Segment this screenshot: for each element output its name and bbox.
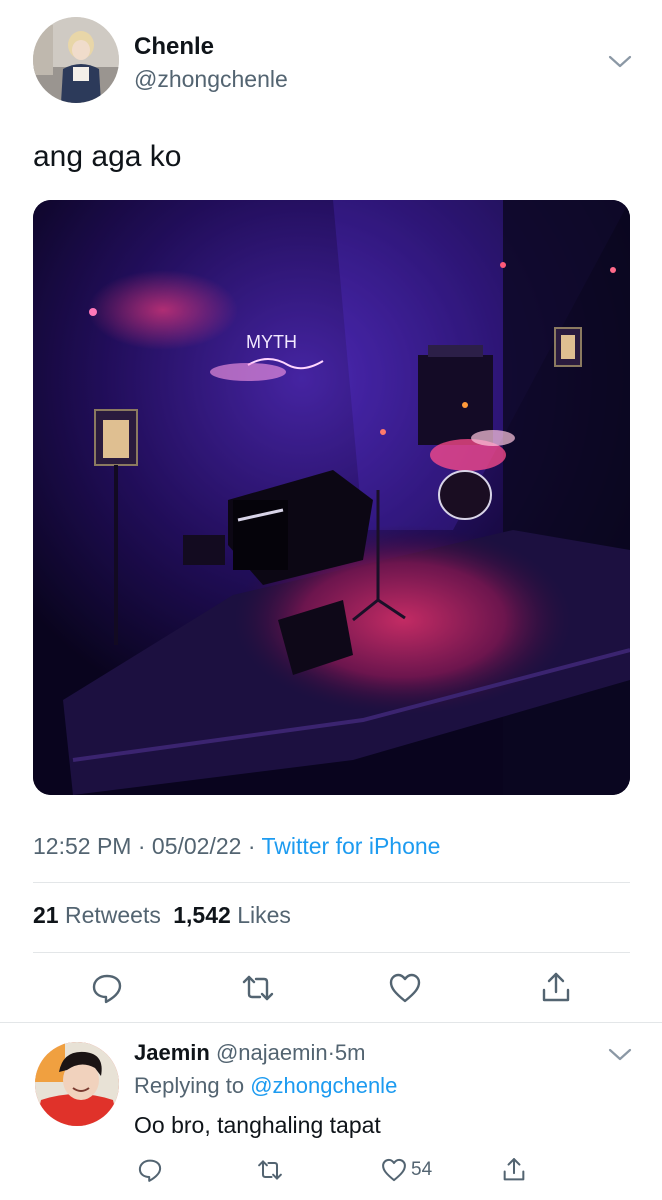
neon-sign-text: MYTH xyxy=(246,332,297,352)
retweet-count[interactable]: 21 xyxy=(33,902,59,928)
tweet-stats: 21 Retweets 1,542 Likes xyxy=(33,902,291,929)
replying-to-mention[interactable]: @zhongchenle xyxy=(250,1073,397,1098)
reply-bubble-icon[interactable] xyxy=(89,970,125,1006)
divider xyxy=(33,952,630,953)
reply-text: Oo bro, tanghaling tapat xyxy=(134,1112,381,1138)
retweet-label[interactable]: Retweets xyxy=(65,902,161,928)
meta-separator: · xyxy=(327,1040,335,1065)
stage-photo: MYTH xyxy=(33,200,630,795)
chevron-down-icon[interactable] xyxy=(606,1045,634,1065)
chevron-down-icon[interactable] xyxy=(606,52,634,72)
retweet-icon[interactable] xyxy=(256,1156,284,1184)
reply-header: Jaemin @najaemin·5m xyxy=(134,1040,365,1066)
reply-bubble-icon[interactable] xyxy=(136,1156,164,1184)
share-icon[interactable] xyxy=(500,1156,528,1184)
meta-separator: · xyxy=(247,833,256,859)
tweet-date: 05/02/22 xyxy=(151,833,242,859)
avatar-photo xyxy=(33,17,119,103)
replying-prefix: Replying to xyxy=(134,1073,245,1098)
retweet-icon[interactable] xyxy=(240,970,276,1006)
meta-separator: · xyxy=(137,833,146,859)
tweet-text: ang aga ko xyxy=(33,140,182,173)
heart-icon[interactable] xyxy=(387,970,423,1006)
reply-author-avatar[interactable] xyxy=(35,1042,119,1126)
tweet-time: 12:52 PM xyxy=(33,833,132,859)
reply-author-name[interactable]: Jaemin xyxy=(134,1040,210,1065)
divider xyxy=(33,882,630,883)
reply-like-count[interactable]: 54 xyxy=(411,1159,432,1181)
section-separator xyxy=(0,1022,662,1023)
reply-time[interactable]: 5m xyxy=(335,1040,366,1065)
like-label[interactable]: Likes xyxy=(237,902,291,928)
tweet-media-image[interactable]: MYTH xyxy=(33,200,630,795)
tweet-timestamp[interactable]: 12:52 PM · 05/02/22 · Twitter for iPhone xyxy=(33,833,440,860)
replying-to-line: Replying to @zhongchenle xyxy=(134,1073,397,1099)
author-name[interactable]: Chenle xyxy=(134,33,214,61)
like-count[interactable]: 1,542 xyxy=(173,902,231,928)
avatar-photo xyxy=(35,1042,119,1126)
reply-author-handle[interactable]: @najaemin xyxy=(216,1040,328,1065)
author-handle[interactable]: @zhongchenle xyxy=(134,66,288,93)
heart-icon[interactable] xyxy=(380,1156,408,1184)
tweet-source-link[interactable]: Twitter for iPhone xyxy=(261,833,440,859)
author-avatar[interactable] xyxy=(33,17,119,103)
share-icon[interactable] xyxy=(538,970,574,1006)
